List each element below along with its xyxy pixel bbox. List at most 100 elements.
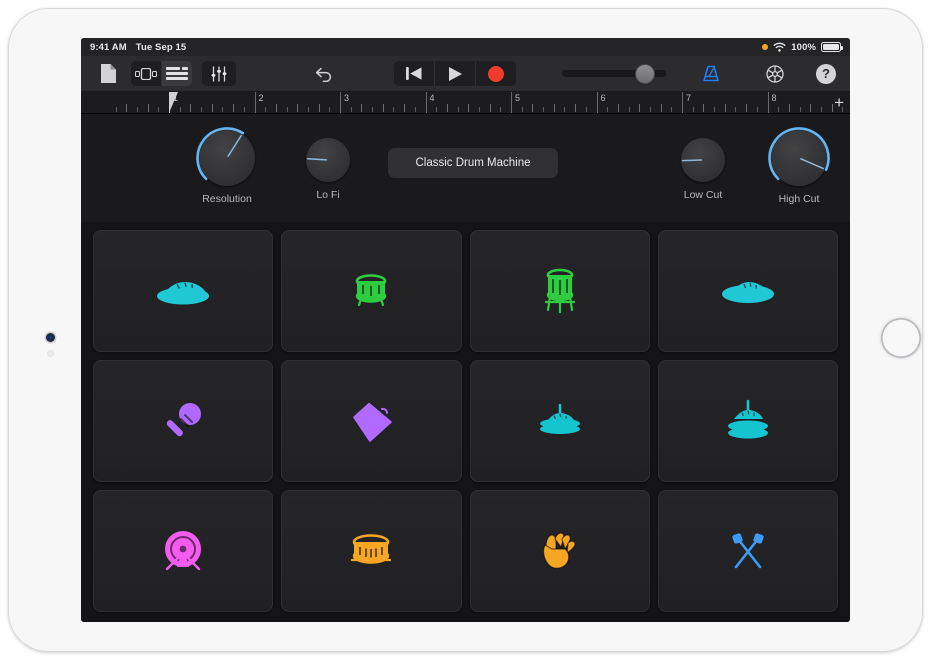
lo-fi-knob[interactable]: Lo Fi bbox=[306, 138, 350, 201]
pad-hi-hat-closed[interactable] bbox=[469, 360, 650, 482]
add-track-button[interactable]: + bbox=[834, 94, 844, 111]
high-cut-knob-indicator bbox=[768, 127, 830, 181]
ruler-tick bbox=[703, 104, 705, 112]
status-bar-right: 100% bbox=[762, 42, 843, 53]
pad-kick-drum[interactable] bbox=[93, 490, 274, 612]
pad-cymbal-flat[interactable] bbox=[657, 230, 838, 352]
undo-button[interactable] bbox=[312, 61, 338, 87]
document-icon bbox=[100, 64, 116, 83]
ipad-device-frame: 9:41 AM Tue Sep 15 100% ? 1 2 3 4 5 6 7 … bbox=[8, 8, 923, 652]
metronome-button[interactable] bbox=[698, 61, 724, 87]
play-icon bbox=[449, 66, 462, 81]
ruler-tick bbox=[275, 104, 277, 112]
low-cut-knob[interactable]: Low Cut bbox=[681, 138, 725, 201]
rewind-button[interactable] bbox=[394, 61, 434, 86]
recording-indicator-icon bbox=[762, 44, 769, 50]
high-cut-knob[interactable]: High Cut bbox=[768, 127, 830, 205]
faders-icon bbox=[211, 65, 227, 82]
ruler-bar-5: 5 bbox=[511, 92, 520, 113]
metronome-icon bbox=[703, 65, 719, 82]
home-button[interactable] bbox=[881, 318, 921, 358]
ruler-tick bbox=[211, 104, 213, 112]
pad-floor-tom[interactable] bbox=[469, 230, 650, 352]
ruler-tick bbox=[564, 107, 566, 112]
drum-pad-grid bbox=[81, 222, 850, 622]
view-tracks-button[interactable] bbox=[162, 61, 192, 86]
patch-name-button[interactable]: Classic Drum Machine bbox=[388, 148, 558, 178]
cowbell-icon bbox=[347, 397, 395, 445]
resolution-knob[interactable]: Resolution bbox=[196, 127, 255, 205]
play-button[interactable] bbox=[435, 61, 475, 86]
ipad-screen: 9:41 AM Tue Sep 15 100% ? 1 2 3 4 5 6 7 … bbox=[81, 38, 850, 622]
view-mode-segmented-control bbox=[131, 61, 192, 86]
pad-hi-hat-open[interactable] bbox=[657, 360, 838, 482]
ruler-tick bbox=[714, 107, 716, 112]
resolution-knob-dial[interactable] bbox=[196, 127, 255, 186]
ruler-tick bbox=[307, 107, 309, 112]
hi-hat-closed-icon bbox=[532, 401, 588, 441]
ruler-tick bbox=[649, 107, 651, 112]
ruler-tick bbox=[190, 104, 192, 112]
pad-tom-high[interactable] bbox=[281, 230, 462, 352]
patch-name-label: Classic Drum Machine bbox=[415, 157, 531, 169]
ruler-tick bbox=[671, 107, 673, 112]
mixer-button[interactable] bbox=[202, 61, 236, 86]
documents-button[interactable] bbox=[95, 61, 121, 87]
master-volume-slider[interactable] bbox=[562, 64, 666, 83]
tom-drum-icon bbox=[349, 269, 393, 313]
high-cut-knob-dial[interactable] bbox=[768, 127, 830, 186]
pad-hand-clap[interactable] bbox=[469, 490, 650, 612]
ruler-bar-3: 3 bbox=[340, 92, 349, 113]
maraca-icon bbox=[159, 397, 207, 445]
drumsticks-icon bbox=[724, 529, 772, 573]
ruler-tick bbox=[607, 107, 609, 112]
ruler-tick bbox=[532, 104, 534, 112]
ruler-tick bbox=[521, 107, 523, 112]
ruler-tick bbox=[297, 104, 299, 112]
ruler-tick bbox=[350, 107, 352, 112]
volume-slider-knob[interactable] bbox=[636, 64, 654, 83]
ruler-tick bbox=[820, 107, 822, 112]
cells-view-icon bbox=[135, 67, 157, 80]
ruler-tick bbox=[799, 107, 801, 112]
pad-maraca[interactable] bbox=[93, 360, 274, 482]
cymbal-closed-icon bbox=[155, 274, 211, 308]
record-button[interactable] bbox=[476, 61, 516, 86]
hand-clap-icon bbox=[536, 529, 584, 573]
ambient-sensor-icon bbox=[48, 351, 53, 356]
ruler-tick bbox=[318, 104, 320, 112]
resolution-knob-indicator bbox=[196, 127, 245, 181]
low-cut-knob-indicator bbox=[681, 159, 703, 162]
ruler-bar-2: 2 bbox=[254, 92, 264, 113]
help-button[interactable]: ? bbox=[816, 63, 836, 84]
ruler-tick bbox=[746, 104, 748, 112]
high-cut-knob-label: High Cut bbox=[778, 193, 820, 205]
toolbar: ? bbox=[81, 56, 850, 92]
ruler-tick bbox=[158, 107, 160, 112]
playhead-marker[interactable] bbox=[169, 92, 178, 113]
status-bar-left: 9:41 AM Tue Sep 15 bbox=[90, 42, 186, 53]
ruler-tick bbox=[136, 107, 138, 112]
settings-button[interactable] bbox=[762, 61, 788, 87]
ruler-bar-8: 8 bbox=[767, 92, 777, 113]
ruler-tick bbox=[372, 107, 374, 112]
ruler-tick bbox=[735, 107, 737, 112]
ruler-tick bbox=[478, 107, 480, 112]
ruler-tick bbox=[628, 107, 630, 112]
ruler-tick bbox=[382, 104, 384, 112]
view-browser-button[interactable] bbox=[131, 61, 161, 86]
status-time: 9:41 AM bbox=[90, 41, 127, 53]
pad-closed-hi-hat[interactable] bbox=[93, 230, 274, 352]
low-cut-knob-dial[interactable] bbox=[681, 138, 725, 182]
pad-cowbell[interactable] bbox=[281, 360, 462, 482]
pad-snare-drum[interactable] bbox=[281, 490, 462, 612]
lo-fi-knob-dial[interactable] bbox=[306, 138, 350, 182]
ruler-tick bbox=[778, 107, 780, 112]
rewind-icon bbox=[406, 67, 422, 80]
ruler-tick bbox=[265, 107, 267, 112]
ruler-tick bbox=[361, 104, 363, 112]
pad-drumsticks[interactable] bbox=[657, 490, 838, 612]
ruler-tick bbox=[286, 107, 288, 112]
timeline-ruler[interactable]: 12345678 + bbox=[81, 92, 850, 114]
ruler-tick bbox=[126, 104, 128, 112]
